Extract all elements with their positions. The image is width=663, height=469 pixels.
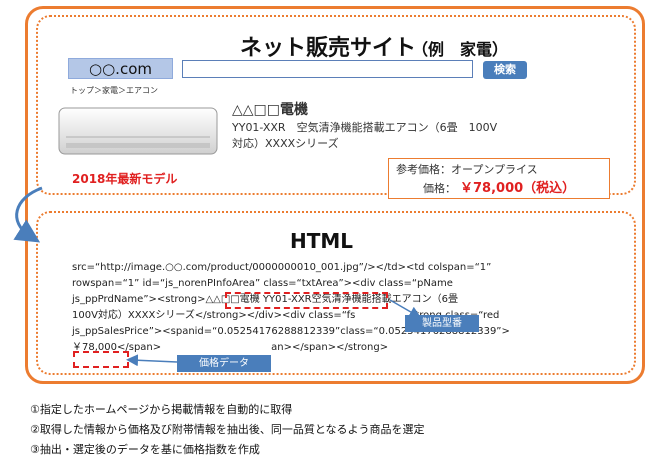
model-pointer-arrow [389, 299, 422, 318]
note-item: ①指定したホームページから掲載情報を自動的に取得 [30, 403, 293, 416]
note-item: ②取得した情報から価格及び附帯情報を抽出後、同一品質となるよう商品を選定 [30, 423, 425, 436]
connector-arrows [13, 186, 422, 367]
process-notes: ①指定したホームページから掲載情報を自動的に取得 ②取得した情報から価格及び附帯… [30, 400, 425, 460]
price-pointer-arrow [126, 354, 178, 367]
flow-arrow [13, 186, 43, 243]
note-item: ③抽出・選定後のデータを基に価格指数を作成 [30, 443, 260, 456]
